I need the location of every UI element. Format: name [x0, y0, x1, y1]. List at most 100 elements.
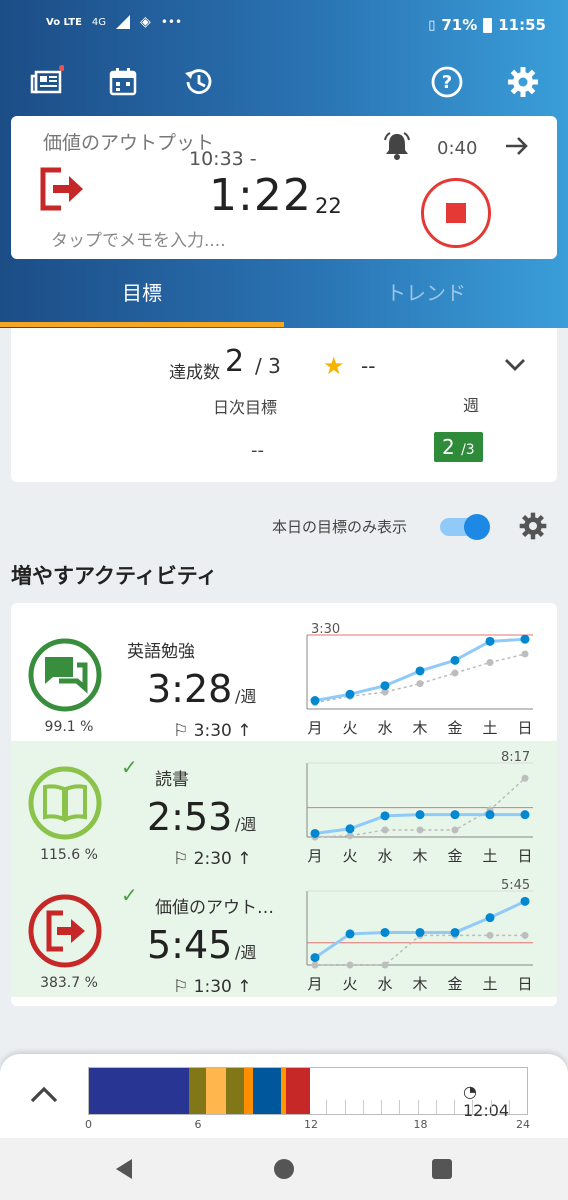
timeline-current-time: 12:04: [463, 1101, 510, 1120]
flag-icon: ⚐: [173, 849, 189, 869]
back-icon[interactable]: [112, 1156, 138, 1182]
chart-annotation: 8:17: [501, 750, 530, 765]
activities-card: 99.1 % 英語勉強 3:28 /週 ⚐ 3:30 ↑ 3:30 月火水木金土日…: [11, 603, 557, 1006]
battery-percent: 71%: [441, 16, 478, 34]
calendar-icon[interactable]: [99, 58, 147, 106]
settings-icon[interactable]: [499, 58, 547, 106]
recents-icon[interactable]: [429, 1156, 455, 1182]
timeline-tick: [508, 1100, 510, 1114]
activity-goal: ⚐ 1:30 ↑: [173, 977, 251, 997]
weekly-chart: 8:17 月 火 水 木 金 土 日: [306, 750, 533, 865]
activity-goal-value: 3:30 ↑: [193, 721, 252, 741]
chat-icon: [28, 638, 102, 712]
flag-icon: ⚐: [173, 721, 189, 741]
more-icon: •••: [160, 15, 183, 29]
timeline-tick: [472, 1100, 474, 1114]
chart-x-tick-label: 火: [342, 847, 357, 865]
chevron-up-icon[interactable]: [28, 1082, 60, 1106]
arrow-right-icon[interactable]: [503, 132, 531, 160]
daily-timeline[interactable]: ◔ 12:04: [88, 1067, 528, 1120]
chart-x-tick-label: 木: [412, 847, 427, 865]
goal-settings-icon[interactable]: [517, 510, 549, 542]
today-only-toggle[interactable]: [440, 514, 490, 540]
chart-x-tick-label: 水: [377, 847, 392, 865]
chart-point-previous: [486, 658, 494, 666]
home-icon[interactable]: [271, 1156, 297, 1182]
chart-point-current: [520, 810, 530, 820]
timeline-segment: [189, 1068, 206, 1114]
timeline-segment: [205, 1068, 226, 1114]
chart-x-tick-label: 月: [307, 847, 322, 865]
battery-icon: [483, 17, 493, 33]
chart-x-tick-label: 月: [307, 975, 322, 993]
activity-unit: /週: [235, 815, 257, 834]
alarm-bell-icon[interactable]: [381, 130, 413, 162]
timeline-tick: [399, 1100, 401, 1114]
timeline-segment: [253, 1068, 281, 1114]
achieved-label: 達成数: [169, 363, 220, 383]
chevron-down-icon[interactable]: [501, 350, 529, 378]
activity-percent: 383.7 %: [40, 975, 98, 991]
weekly-goal-label: 週: [463, 396, 480, 415]
chart-point-current: [310, 953, 320, 963]
star-icon: ★: [323, 352, 345, 380]
weekly-badge-main: 2: [442, 435, 455, 459]
chart-point-previous: [346, 832, 354, 840]
chart-point-current: [310, 696, 320, 706]
weekly-badge-sub: /3: [461, 442, 475, 458]
activity-time: 5:45: [147, 923, 233, 967]
history-icon[interactable]: [174, 58, 222, 106]
activity-name: 英語勉強: [127, 642, 195, 662]
activity-row-reading[interactable]: 115.6 % ✓ 読書 2:53 /週 ⚐ 2:30 ↑ 8:17 月 火 水 木 金 土…: [11, 741, 557, 869]
activity-name: 価値のアウト…: [155, 898, 274, 918]
star-value: --: [361, 354, 376, 378]
news-icon[interactable]: [22, 58, 70, 106]
timeline-tick: [454, 1100, 455, 1114]
daily-goal-value: --: [251, 440, 264, 461]
activity-row-english[interactable]: 99.1 % 英語勉強 3:28 /週 ⚐ 3:30 ↑ 3:30 月 火 水 木 金 土 日: [11, 613, 557, 741]
help-icon[interactable]: ?: [423, 58, 471, 106]
exit-icon: [28, 894, 102, 968]
chart-point-current: [520, 896, 530, 906]
activity-time: 2:53: [147, 795, 233, 839]
activity-percent: 115.6 %: [40, 847, 98, 863]
chart-point-current: [345, 824, 355, 834]
tab-goals[interactable]: 目標: [0, 268, 284, 324]
timeline-segment: [244, 1068, 254, 1114]
timer-elapsed: 1:22: [209, 170, 312, 221]
vibrate-icon: ▯: [428, 17, 436, 33]
today-only-label: 本日の目標のみ表示: [272, 518, 408, 536]
activity-unit: /週: [235, 687, 257, 706]
volte-label: Vo LTE: [46, 16, 82, 28]
activity-goal: ⚐ 3:30 ↑: [173, 721, 251, 741]
chart-point-previous: [381, 961, 389, 969]
alarm-time: 0:40: [437, 138, 478, 159]
memo-input[interactable]: タップでメモを入力....: [51, 226, 226, 251]
chart-annotation: 3:30: [311, 622, 340, 637]
chart-point-previous: [521, 774, 529, 782]
signal-icon: [116, 15, 131, 29]
timeline-tick: [381, 1100, 382, 1114]
timeline-tick: [344, 1100, 346, 1114]
chart-point-current: [415, 666, 425, 676]
chart-x-tick-label: 木: [412, 975, 427, 993]
timeline-hour-label: 18: [413, 1118, 428, 1131]
chart-x-tick-label: 水: [377, 719, 392, 737]
chart-point-current: [345, 929, 355, 939]
tab-indicator: [0, 322, 284, 327]
activity-name: 読書: [155, 770, 189, 790]
system-nav-bar: [0, 1138, 568, 1200]
timeline-tick: [417, 1100, 419, 1114]
chart-point-current: [485, 913, 495, 923]
goal-summary-card: 達成数 2 / 3 ★ -- 日次目標 週 -- 2 /3: [11, 328, 557, 482]
timeline-sheet: ◔ 12:04 0 6 12 18 24: [0, 1054, 568, 1138]
chart-x-tick-label: 土: [482, 975, 497, 993]
chart-x-tick-label: 水: [377, 975, 392, 993]
running-timer-card[interactable]: 価値のアウトプット 10:33 - 1:22 22 タップでメモを入力.... …: [11, 116, 557, 259]
tab-trends[interactable]: トレンド: [284, 268, 568, 324]
stop-button[interactable]: [421, 178, 491, 248]
activity-row-value-output[interactable]: 383.7 % ✓ 価値のアウト… 5:45 /週 ⚐ 1:30 ↑ 5:45 月…: [11, 869, 557, 997]
timeline-segment: [225, 1068, 245, 1114]
timeline-tick: [490, 1100, 492, 1114]
chart-x-tick-label: 月: [307, 719, 322, 737]
